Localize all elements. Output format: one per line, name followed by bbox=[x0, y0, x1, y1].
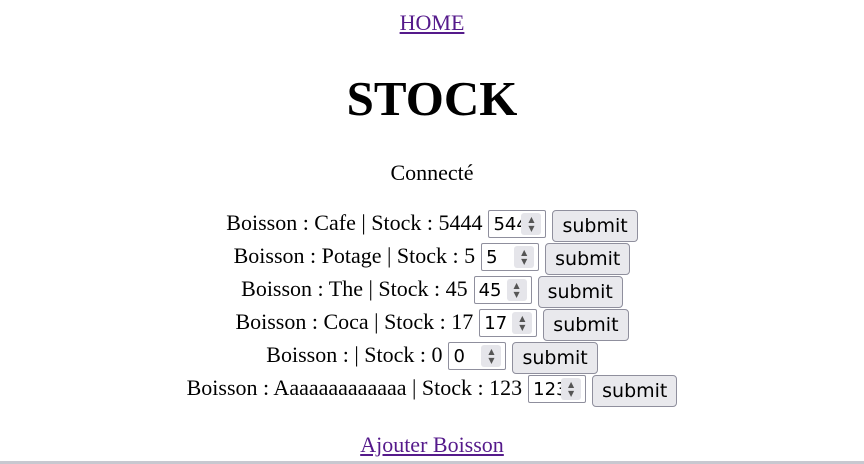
stock-row: Boisson : Aaaaaaaaaaaaa | Stock : 123 12… bbox=[0, 374, 864, 407]
stock-row: Boisson : | Stock : 0 0 ▲ ▼ submit bbox=[0, 341, 864, 374]
stock-row: Boisson : Coca | Stock : 17 17 ▲ ▼ submit bbox=[0, 308, 864, 341]
stock-quantity-input[interactable]: 544 ▲▼ bbox=[488, 210, 547, 238]
stock-quantity-input[interactable]: 45 ▲ ▼ bbox=[473, 276, 532, 304]
stock-row: Boisson : Cafe | Stock : 5444 544 ▲▼ sub… bbox=[0, 209, 864, 242]
submit-button[interactable]: submit bbox=[537, 276, 623, 308]
submit-button[interactable]: submit bbox=[543, 309, 629, 341]
stock-row-label: Boisson : Aaaaaaaaaaaaa | Stock : 123 bbox=[186, 375, 523, 400]
home-link[interactable]: HOME bbox=[400, 10, 465, 35]
stock-quantity-value: 17 bbox=[484, 312, 508, 334]
page-title: STOCK bbox=[346, 71, 518, 126]
stock-quantity-input[interactable]: 5 ▲ ▼ bbox=[481, 243, 540, 271]
stock-quantity-input[interactable]: 0 ▲ ▼ bbox=[448, 342, 507, 370]
submit-button[interactable]: submit bbox=[512, 342, 598, 374]
submit-button[interactable]: submit bbox=[552, 210, 638, 242]
stock-row-label: Boisson : Coca | Stock : 17 bbox=[235, 309, 474, 334]
spinner-icon[interactable]: ▲ ▼ bbox=[481, 345, 502, 367]
stock-row: Boisson : Potage | Stock : 5 5 ▲ ▼ submit bbox=[0, 242, 864, 275]
stock-quantity-value: 544 bbox=[493, 213, 521, 235]
stock-quantity-input[interactable]: 17 ▲ ▼ bbox=[479, 309, 538, 337]
spinner-icon[interactable]: ▲ ▼ bbox=[512, 312, 533, 334]
spinner-icon[interactable]: ▲ ▼ bbox=[521, 213, 542, 235]
stock-row-label: Boisson : The | Stock : 45 bbox=[241, 276, 468, 301]
connection-status: Connecté bbox=[390, 160, 474, 185]
stock-row-label: Boisson : Potage | Stock : 5 bbox=[233, 243, 476, 268]
stock-row-label: Boisson : | Stock : 0 bbox=[266, 342, 443, 367]
stock-quantity-value: 0 bbox=[453, 345, 465, 367]
submit-button[interactable]: submit bbox=[545, 243, 631, 275]
stock-quantity-input[interactable]: 123 ▲▼ bbox=[528, 375, 587, 403]
spinner-icon[interactable]: ▲ ▼ bbox=[514, 246, 535, 268]
stock-quantity-value: 45 bbox=[478, 279, 502, 301]
submit-button[interactable]: submit bbox=[592, 375, 678, 407]
stock-quantity-value: 5 bbox=[486, 246, 498, 268]
stock-list: Boisson : Cafe | Stock : 5444 544 ▲▼ sub… bbox=[0, 209, 864, 407]
add-drink-link[interactable]: Ajouter Boisson bbox=[360, 432, 504, 457]
stock-quantity-value: 123 bbox=[533, 378, 561, 400]
spinner-icon[interactable]: ▲ ▼ bbox=[506, 279, 527, 301]
stock-row: Boisson : The | Stock : 45 45 ▲ ▼ submit bbox=[0, 275, 864, 308]
stock-row-label: Boisson : Cafe | Stock : 5444 bbox=[226, 210, 483, 235]
spinner-icon[interactable]: ▲ ▼ bbox=[561, 378, 582, 400]
